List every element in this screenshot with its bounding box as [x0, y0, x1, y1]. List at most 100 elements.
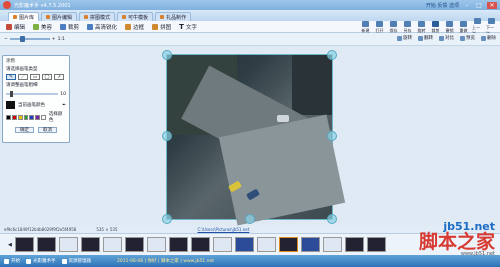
brush-ellipse-option[interactable]: ◯ — [42, 74, 52, 80]
image-canvas[interactable] — [162, 50, 346, 226]
close-button[interactable]: ✕ — [487, 1, 497, 9]
brush-pen-option[interactable]: ✎ — [6, 74, 16, 80]
cancel-button[interactable]: 取消 — [38, 127, 57, 133]
doodle-panel: 涂鸦 请选择画笔类型 ✎ ／ ▭ ◯ ↗ 请调整画笔粗细 10 当前画笔颜色 ✒ — [2, 55, 70, 143]
thumbnail[interactable] — [256, 237, 276, 252]
current-color-swatch[interactable] — [6, 101, 15, 109]
zoom-ratio[interactable]: 1:1 — [58, 37, 65, 42]
thumbnail[interactable] — [124, 237, 144, 252]
thumbnail[interactable] — [190, 237, 210, 252]
redo-button[interactable]: 重做 — [458, 20, 469, 34]
text-icon: T — [179, 22, 184, 31]
toolbar-sharpen-button[interactable]: 高清锐化 — [84, 22, 120, 32]
zoom-in-icon[interactable]: + — [52, 37, 56, 42]
view-action-label: 删除 — [487, 36, 496, 41]
toolbar-label: 美容 — [41, 24, 53, 31]
tab-library[interactable]: 图片库 — [8, 12, 40, 21]
thumbnail-selected[interactable] — [278, 237, 298, 252]
thumbnail[interactable] — [168, 237, 188, 252]
window-title: 光影魔术手 v4.7.5.2001 — [14, 2, 71, 9]
toolbar-beauty-button[interactable]: 美容 — [30, 22, 55, 32]
color-swatch[interactable] — [6, 114, 11, 120]
tab-template[interactable]: 可牛模板 — [117, 12, 154, 21]
toolbar-crop-button[interactable]: 裁剪 — [57, 22, 82, 32]
undo-button[interactable]: 撤销 — [444, 20, 455, 34]
thumbnail[interactable] — [234, 237, 254, 252]
undo-icon — [446, 20, 453, 27]
toolbar-puzzle-button[interactable]: 拼图 — [149, 22, 174, 32]
color-swatch[interactable] — [17, 114, 23, 120]
save-icon — [390, 20, 397, 27]
brush-size-slider[interactable] — [6, 91, 59, 97]
minimize-button[interactable]: – — [463, 2, 471, 9]
toolbar-text-button[interactable]: T 文字 — [176, 22, 200, 32]
view-actions: 旋转 翻转 对比 预览 删除 — [397, 35, 496, 41]
current-color-label: 当前画笔颜色 — [18, 103, 45, 108]
zoom-slider-knob[interactable] — [19, 36, 25, 42]
thumbnail[interactable] — [14, 237, 34, 252]
puzzle-icon — [152, 23, 159, 30]
tab-label: 拼图模式 — [90, 14, 111, 21]
tab-collage[interactable]: 拼图模式 — [79, 12, 116, 21]
brush-size-knob[interactable] — [10, 91, 13, 97]
new-button[interactable]: 新建 — [360, 20, 371, 34]
toolbar-frame-button[interactable]: 边框 — [122, 22, 147, 32]
zoom-slider[interactable] — [9, 36, 50, 42]
thumbnail[interactable] — [322, 237, 342, 252]
brush-arrow-option[interactable]: ↗ — [54, 74, 64, 80]
color-swatch[interactable] — [35, 114, 41, 120]
toolbar-edit-button[interactable]: 编辑 — [3, 22, 28, 32]
color-swatch[interactable] — [23, 114, 29, 120]
image-dimensions: 535 × 535 — [96, 227, 118, 232]
rotate-button[interactable]: 旋转 — [416, 20, 427, 34]
thumbnail[interactable] — [36, 237, 56, 252]
tab-edit[interactable]: 图片编辑 — [41, 12, 78, 21]
thumbnail[interactable] — [366, 237, 386, 252]
view-delete-button[interactable]: 删除 — [481, 35, 496, 41]
open-button[interactable]: 打开 — [374, 20, 385, 34]
crop-right-button[interactable]: 裁剪 — [430, 20, 441, 34]
resize-handle[interactable] — [162, 131, 172, 141]
main-tabs: 图片库 图片编辑 拼图模式 可牛模板 礼品制作 — [0, 10, 500, 21]
maximize-button[interactable]: □ — [475, 2, 483, 9]
filmstrip-prev-icon[interactable]: ◀ — [8, 242, 12, 248]
color-swatch[interactable] — [41, 114, 46, 120]
taskbar-start[interactable]: 开始 — [4, 258, 20, 264]
tab-label: 礼品制作 — [166, 14, 187, 21]
size-label: 请调整画笔粗细 — [6, 83, 38, 88]
view-compare-button[interactable]: 对比 — [439, 35, 454, 41]
thumbnail[interactable] — [58, 237, 78, 252]
view-flip-button[interactable]: 翻转 — [418, 35, 433, 41]
title-links[interactable]: 开始 反馈 选项 — [426, 2, 459, 9]
view-preview-button[interactable]: 预览 — [460, 35, 475, 41]
tab-gift[interactable]: 礼品制作 — [155, 12, 192, 21]
color-swatch[interactable] — [29, 114, 35, 120]
color-swatch[interactable] — [11, 114, 17, 120]
thumbnail[interactable] — [344, 237, 364, 252]
save-button[interactable]: 保存 — [388, 20, 399, 34]
thumbnail[interactable] — [146, 237, 166, 252]
brush-line-option[interactable]: ／ — [18, 74, 28, 80]
resize-handle[interactable] — [327, 131, 337, 141]
zoom-control: − + 1:1 — [4, 36, 65, 42]
more-colors-link[interactable]: 选择颜色 — [49, 111, 66, 123]
eyedropper-icon[interactable]: ✒ — [62, 103, 66, 108]
thumbnail[interactable] — [212, 237, 232, 252]
save-as-button[interactable]: 另存 — [402, 20, 413, 34]
thumbnail[interactable] — [300, 237, 320, 252]
thumbnail[interactable] — [80, 237, 100, 252]
resize-handle[interactable] — [327, 214, 337, 224]
resize-handle[interactable] — [162, 214, 172, 224]
brush-rect-option[interactable]: ▭ — [30, 74, 40, 80]
ok-button[interactable]: 确定 — [15, 127, 34, 133]
view-rotate-button[interactable]: 旋转 — [397, 35, 412, 41]
image-path-link[interactable]: C:\Users\Pictures\jb51.net — [198, 227, 250, 232]
zoom-out-icon[interactable]: − — [4, 37, 8, 42]
taskbar-app[interactable]: 光影魔术手 — [26, 258, 56, 264]
resize-handle[interactable] — [162, 50, 172, 60]
thumbnail[interactable] — [102, 237, 122, 252]
view-action-label: 翻转 — [424, 36, 433, 41]
resize-handle[interactable] — [245, 214, 255, 224]
taskbar-explorer[interactable]: 资源管理器 — [61, 258, 91, 264]
resize-handle[interactable] — [327, 50, 337, 60]
